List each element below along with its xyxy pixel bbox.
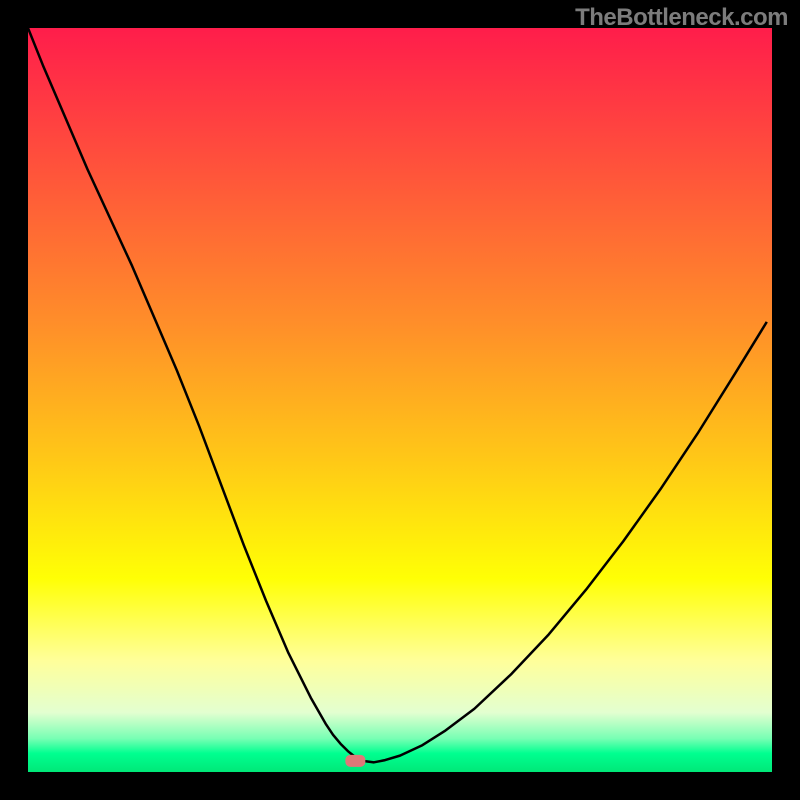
chart-container: TheBottleneck.com: [0, 0, 800, 800]
watermark-text: TheBottleneck.com: [575, 4, 788, 32]
plot-svg: [28, 28, 772, 772]
plot-background: [28, 28, 772, 772]
minimum-marker: [345, 755, 365, 767]
plot-area: [28, 28, 772, 772]
